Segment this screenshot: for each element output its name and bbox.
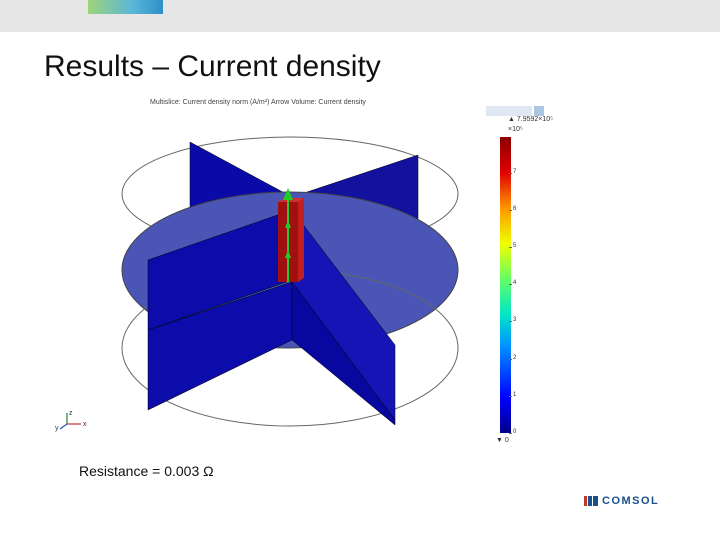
colorbar-tick-label: 2 xyxy=(513,354,517,361)
colorbar-tick-mark xyxy=(509,247,512,249)
colorbar-tick-label: 1 xyxy=(513,391,517,398)
colorbar-tick-label: 0 xyxy=(513,429,517,435)
colorbar-tick-label: 3 xyxy=(513,317,517,324)
colorbar-exponent: ×10⁵ xyxy=(508,126,523,133)
colorbar-tick-mark xyxy=(509,358,512,360)
banner-graphic xyxy=(88,0,163,14)
comsol-logo: COMSOL xyxy=(584,495,659,507)
colorbar-tick-mark xyxy=(509,395,512,397)
axis-triad: x z y xyxy=(55,410,87,432)
colorbar-tick-mark xyxy=(509,284,512,286)
colorbar-max-label: ▲ 7.9592×10⁵ xyxy=(508,116,554,123)
current-density-3d-plot[interactable] xyxy=(110,110,470,440)
comsol-mark-icon xyxy=(584,496,598,506)
colorbar-tick-mark xyxy=(509,172,512,174)
colorbar-tick-label: 7 xyxy=(513,168,517,175)
colorbar-min-label: ▼ 0 xyxy=(496,437,509,444)
resistance-result: Resistance = 0.003 Ω xyxy=(79,463,214,479)
colorbar-tick-label: 5 xyxy=(513,243,517,250)
colorbar-tick-label: 6 xyxy=(513,205,517,212)
colorbar-tick-mark xyxy=(509,321,512,323)
axis-y-label: y xyxy=(55,425,59,432)
top-banner xyxy=(0,0,720,32)
colorbar-tick-mark xyxy=(509,209,512,211)
plot-caption: Multislice: Current density norm (A/m²) … xyxy=(150,99,366,106)
comsol-wordmark: COMSOL xyxy=(602,495,660,507)
colorbar-tick-mark xyxy=(509,433,512,434)
colorbar-tick-label: 4 xyxy=(513,280,517,287)
slide-title: Results – Current density xyxy=(44,50,381,83)
axis-z-label: z xyxy=(69,410,73,417)
axis-x-label: x xyxy=(83,421,87,428)
